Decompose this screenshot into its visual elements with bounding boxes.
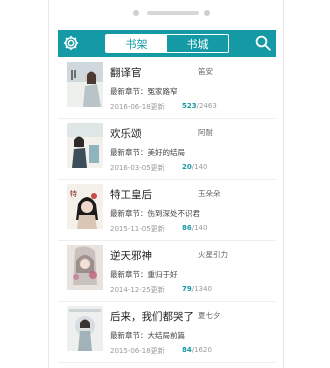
update-date: 2015-11-05更新 (110, 225, 165, 233)
sensor-dot (204, 10, 210, 16)
total-count: /2463 (196, 102, 217, 110)
book-author: 夏七夕 (198, 311, 221, 320)
speaker-slot (147, 11, 199, 15)
book-author: 笛安 (198, 67, 213, 76)
reading-progress: 79/1340 (182, 285, 212, 293)
reading-progress: 20/140 (182, 163, 207, 171)
tab-bookshelf[interactable]: 书架 (106, 35, 167, 52)
book-cover-image (67, 62, 103, 107)
chapter-prefix: 最新章节： (110, 209, 148, 218)
book-title[interactable]: 逆天邪神 (110, 248, 152, 263)
book-title[interactable]: 翻译官 (110, 65, 142, 80)
book-row[interactable]: 翻译官 笛安 最新章节：冤家路窄 2016-06-18更新 523/2463 (58, 58, 276, 119)
chapter-name: 伤到深处不识君 (147, 209, 201, 218)
book-row[interactable]: 特 特工皇后 玉朵朵 最新章节：伤到深处不识君 2015-11-05更新 86/… (58, 180, 276, 241)
read-count: 84 (182, 346, 192, 354)
reading-progress: 523/2463 (182, 102, 217, 110)
update-date: 2016-06-18更新 (110, 103, 165, 111)
book-author: 玉朵朵 (198, 189, 221, 198)
read-count: 86 (182, 224, 192, 232)
latest-chapter: 最新章节：冤家路窄 (110, 86, 178, 97)
book-list: 翻译官 笛安 最新章节：冤家路窄 2016-06-18更新 523/2463 欢… (58, 58, 276, 363)
book-row[interactable]: 逆天邪神 火星引力 最新章节：重归于好 2014-12-25更新 79/1340 (58, 241, 276, 302)
reading-progress: 86/140 (182, 224, 207, 232)
book-author: 阿耐 (198, 128, 213, 137)
latest-chapter: 最新章节：重归于好 (110, 269, 178, 280)
chapter-prefix: 最新章节： (110, 148, 148, 157)
read-count: 523 (182, 102, 197, 110)
book-cover-image (67, 245, 103, 290)
book-title[interactable]: 欢乐颂 (110, 126, 142, 141)
chapter-name: 冤家路窄 (147, 87, 178, 96)
chapter-prefix: 最新章节： (110, 87, 148, 96)
book-cover-image (67, 123, 103, 168)
total-count: /140 (191, 163, 208, 171)
chapter-name: 美好的结局 (147, 148, 186, 157)
book-author: 火星引力 (198, 250, 228, 259)
book-cover-image: 特 (67, 184, 103, 229)
camera-dot (133, 10, 139, 16)
read-count: 20 (182, 163, 192, 171)
book-cover-image (67, 306, 103, 351)
svg-text:特: 特 (70, 189, 77, 198)
latest-chapter: 最新章节：伤到深处不识君 (110, 208, 200, 219)
total-count: /140 (191, 224, 208, 232)
chapter-prefix: 最新章节： (110, 270, 148, 279)
gear-icon[interactable] (62, 34, 80, 52)
latest-chapter: 最新章节：美好的结局 (110, 147, 185, 158)
total-count: /1620 (191, 346, 212, 354)
read-count: 79 (182, 285, 192, 293)
update-date: 2016-03-05更新 (110, 164, 165, 172)
book-row[interactable]: 欢乐颂 阿耐 最新章节：美好的结局 2016-03-05更新 20/140 (58, 119, 276, 180)
reading-progress: 84/1620 (182, 346, 212, 354)
total-count: /1340 (191, 285, 212, 293)
chapter-prefix: 最新章节： (110, 331, 148, 340)
phone-top-bezel (49, 0, 283, 28)
app-header: 书架 书城 (58, 30, 276, 57)
update-date: 2014-12-25更新 (110, 286, 165, 294)
chapter-name: 重归于好 (147, 270, 178, 279)
tab-switcher: 书架 书城 (105, 34, 229, 53)
update-date: 2015-06-18更新 (110, 347, 165, 355)
book-title[interactable]: 特工皇后 (110, 187, 152, 202)
book-row[interactable]: 后来，我们都哭了 夏七夕 最新章节：大结局前篇 2015-06-18更新 84/… (58, 302, 276, 363)
book-title[interactable]: 后来，我们都哭了 (110, 309, 194, 324)
tab-bookstore[interactable]: 书城 (167, 35, 228, 52)
chapter-name: 大结局前篇 (147, 331, 186, 340)
search-icon[interactable] (254, 34, 272, 52)
latest-chapter: 最新章节：大结局前篇 (110, 330, 185, 341)
phone-frame: 书架 书城 翻译官 笛安 最新章节：冤家路窄 2016-06-18更新 523/… (48, 0, 284, 368)
